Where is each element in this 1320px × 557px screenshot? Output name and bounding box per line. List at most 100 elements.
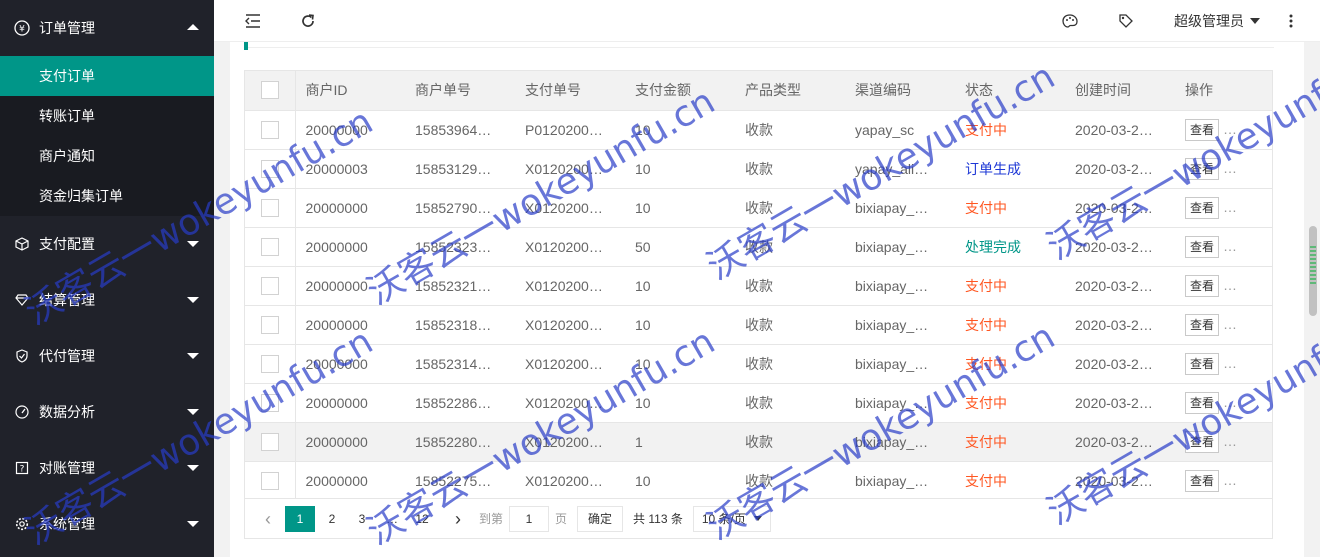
orders-table: 商户ID 商户单号 支付单号 支付金额 产品类型 渠道编码 状态 创建时间 操作… (244, 70, 1273, 499)
cell-actions: 查看… (1175, 422, 1272, 462)
page-1[interactable]: 1 (285, 505, 315, 532)
cell-actions: 查看… (1175, 461, 1272, 498)
row-checkbox[interactable] (260, 471, 279, 490)
view-button[interactable]: 查看 (1185, 430, 1220, 453)
menu-reconciliation[interactable]: ? 对账管理 (0, 440, 214, 496)
table-row[interactable]: 20000000 15852314… X0120200… 10 收款 bixiapay_…… (245, 344, 1272, 384)
select-all-cell (245, 71, 296, 111)
menu-order-management[interactable]: ¥ 订单管理 (0, 0, 214, 56)
cell-created: 2020-03-2… (1065, 149, 1175, 189)
tag-icon[interactable] (1115, 10, 1137, 32)
col-merchant-no[interactable]: 商户单号 (405, 71, 515, 111)
more-vertical-icon[interactable] (1280, 10, 1302, 32)
row-checkbox[interactable] (260, 432, 279, 451)
menu-payout[interactable]: 代付管理 (0, 328, 214, 384)
col-actions: 操作 (1175, 71, 1272, 111)
more-actions[interactable]: … (1223, 472, 1237, 488)
view-button[interactable]: 查看 (1185, 196, 1220, 219)
view-button[interactable]: 查看 (1185, 313, 1220, 336)
cell-pay-no: P0120200… (515, 110, 625, 150)
gear-icon (14, 516, 30, 532)
row-select-cell (245, 344, 296, 384)
palette-icon[interactable] (1059, 10, 1081, 32)
table-row[interactable]: 20000000 15852286… X0120200… 10 收款 bixiapay_…… (245, 383, 1272, 423)
page-2[interactable]: 2 (319, 506, 345, 532)
cell-product: 收款 (735, 305, 845, 345)
more-actions[interactable]: … (1223, 199, 1237, 215)
view-button[interactable]: 查看 (1185, 274, 1220, 297)
prev-page-icon[interactable]: ‹ (255, 506, 281, 532)
table-row[interactable]: 20000000 15852318… X0120200… 10 收款 bixiapay_…… (245, 305, 1272, 345)
row-checkbox[interactable] (260, 276, 279, 295)
col-channel[interactable]: 渠道编码 (845, 71, 955, 111)
row-checkbox[interactable] (260, 354, 279, 373)
view-button[interactable]: 查看 (1185, 469, 1220, 492)
more-actions[interactable]: … (1223, 160, 1237, 176)
menu-data-analysis[interactable]: 数据分析 (0, 384, 214, 440)
cell-created: 2020-03-2… (1065, 344, 1175, 384)
col-amount[interactable]: 支付金额 (625, 71, 735, 111)
goto-page-input[interactable]: 1 (509, 505, 550, 532)
sidebar-item-merchant-notify[interactable]: 商户通知 (0, 136, 214, 176)
cell-created: 2020-03-2… (1065, 110, 1175, 150)
cell-status: 支付中 (955, 383, 1065, 423)
cell-channel: bixiapay_… (845, 188, 955, 228)
row-checkbox[interactable] (260, 159, 279, 178)
col-merchant-id[interactable]: 商户ID (295, 71, 405, 111)
goto-label: 到第 (479, 512, 504, 526)
cell-actions: 查看… (1175, 344, 1272, 384)
page-12[interactable]: 12 (409, 506, 435, 532)
collapse-menu-icon[interactable] (242, 10, 264, 32)
table-row[interactable]: 20000003 15853129… X0120200… 10 收款 yapay_ali…… (245, 149, 1272, 189)
view-button[interactable]: 查看 (1185, 157, 1220, 180)
row-checkbox[interactable] (260, 315, 279, 334)
sidebar-item-fund-collection[interactable]: 资金归集订单 (0, 176, 214, 216)
sidebar-item-pay-orders[interactable]: 支付订单 (0, 56, 214, 96)
select-all-checkbox[interactable] (260, 81, 279, 100)
col-status[interactable]: 状态 (955, 71, 1065, 111)
table-row[interactable]: 20000000 15852321… X0120200… 10 收款 bixiapay_…… (245, 266, 1272, 306)
menu-payment-config[interactable]: 支付配置 (0, 216, 214, 272)
cell-status: 支付中 (955, 305, 1065, 345)
col-pay-no[interactable]: 支付单号 (515, 71, 625, 111)
more-actions[interactable]: … (1223, 121, 1237, 137)
row-checkbox[interactable] (260, 198, 279, 217)
table-row[interactable]: 20000000 15852275… X0120200… 10 收款 bixiapay_…… (245, 461, 1272, 498)
col-product[interactable]: 产品类型 (735, 71, 845, 111)
next-page-icon[interactable]: › (445, 506, 471, 532)
admin-menu[interactable]: 超级管理员 (1174, 11, 1260, 31)
row-checkbox[interactable] (260, 237, 279, 256)
sub-item-label: 资金归集订单 (39, 188, 123, 204)
table-row[interactable]: 20000000 15852790… X0120200… 10 收款 bixiapay_…… (245, 188, 1272, 228)
menu-settlement[interactable]: 结算管理 (0, 272, 214, 328)
more-actions[interactable]: … (1223, 355, 1237, 371)
view-button[interactable]: 查看 (1185, 352, 1220, 375)
page-scrollbar[interactable] (1306, 46, 1320, 557)
view-button[interactable]: 查看 (1185, 391, 1220, 414)
confirm-button[interactable]: 确定 (577, 505, 624, 532)
svg-text:¥: ¥ (19, 25, 25, 35)
table-row[interactable]: 20000000 15852280… X0120200… 1 收款 bixiapay_… 支… (245, 422, 1272, 462)
more-actions[interactable]: … (1223, 316, 1237, 332)
order-submenu: 支付订单 转账订单 商户通知 资金归集订单 (0, 56, 214, 216)
page-3[interactable]: 3 (349, 506, 375, 532)
table-row[interactable]: 20000000 15852323… X0120200… 50 收款 bixiapay_…… (245, 227, 1272, 267)
menu-system[interactable]: 系统管理 (0, 496, 214, 552)
cell-created: 2020-03-2… (1065, 227, 1175, 267)
col-created[interactable]: 创建时间 (1065, 71, 1175, 111)
more-actions[interactable]: … (1223, 238, 1237, 254)
more-actions[interactable]: … (1223, 394, 1237, 410)
cell-pay-no: X0120200… (515, 344, 625, 384)
sidebar-item-transfer-orders[interactable]: 转账订单 (0, 96, 214, 136)
cell-status: 支付中 (955, 110, 1065, 150)
view-button[interactable]: 查看 (1185, 118, 1220, 141)
refresh-icon[interactable] (297, 10, 319, 32)
more-actions[interactable]: … (1223, 277, 1237, 293)
row-checkbox[interactable] (260, 393, 279, 412)
row-checkbox[interactable] (260, 120, 279, 139)
view-button[interactable]: 查看 (1185, 235, 1220, 258)
table-row[interactable]: 20000000 15853964… P0120200… 10 收款 yapay_sc 支付… (245, 110, 1272, 150)
more-actions[interactable]: … (1223, 433, 1237, 449)
page-size-select[interactable]: 10 条/页 (692, 505, 771, 532)
cell-actions: 查看… (1175, 383, 1272, 423)
